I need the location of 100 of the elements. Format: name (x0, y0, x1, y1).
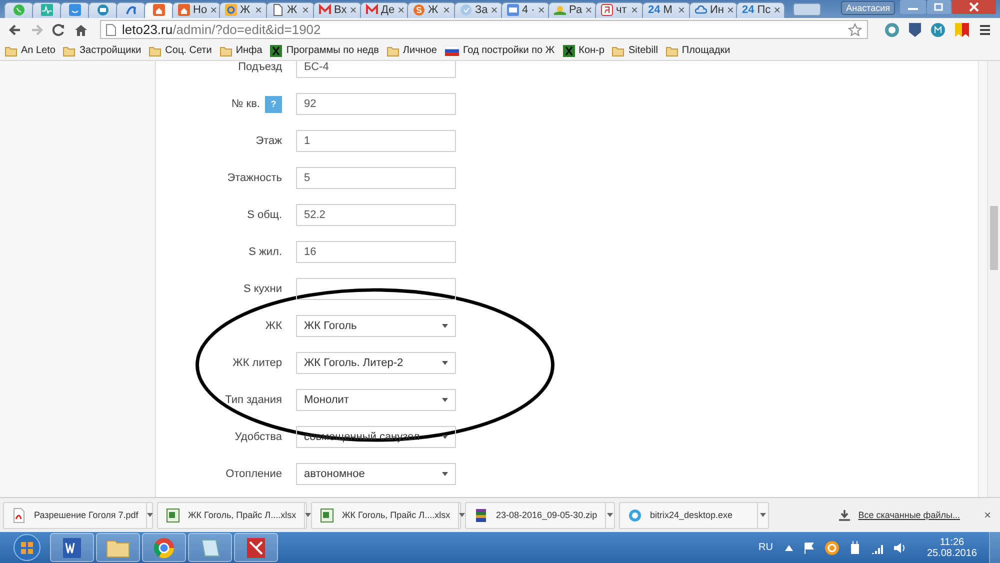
browser-tab[interactable]: 4 · × (501, 2, 550, 18)
close-icon[interactable]: × (630, 3, 638, 18)
taskbar-button[interactable] (234, 533, 278, 562)
input-field[interactable] (296, 278, 456, 300)
speaker-icon[interactable] (892, 542, 907, 554)
bookmark[interactable]: Площадки (666, 44, 730, 57)
reload-icon[interactable] (52, 22, 66, 37)
bookmark-ribbon-icon[interactable] (954, 22, 970, 38)
close-icon[interactable]: × (398, 3, 405, 18)
browser-tab[interactable]: Ж × (266, 2, 315, 18)
close-icon[interactable] (952, 0, 996, 14)
page-icon (272, 4, 284, 16)
caret-icon (442, 398, 448, 402)
close-icon[interactable]: × (210, 3, 218, 18)
browser-tab[interactable]: чт × (595, 2, 644, 18)
y-letter-icon (601, 4, 613, 16)
bookmark[interactable]: Застройщики (63, 44, 142, 57)
select-field[interactable]: Монолит (296, 389, 456, 412)
field-label: Тип здания (225, 394, 282, 406)
taskbar-button[interactable] (188, 533, 232, 562)
flag-icon[interactable] (802, 542, 815, 554)
browser-tab[interactable] (60, 2, 90, 18)
tab-title: Ж (287, 4, 298, 16)
home-icon[interactable] (74, 22, 88, 37)
close-icon[interactable]: × (726, 3, 734, 18)
close-icon[interactable]: × (585, 3, 592, 18)
power-plug-icon[interactable] (848, 540, 861, 554)
input-field[interactable]: 16 (296, 241, 456, 264)
browser-tab[interactable] (32, 2, 62, 18)
input-field[interactable]: 5 (296, 167, 456, 190)
select-field[interactable]: автономное (296, 463, 456, 486)
select-field[interactable]: ЖК Гоголь. Литер-2 (296, 352, 456, 374)
bookmark[interactable]: Год постройки по Ж (444, 45, 555, 56)
browser-tab[interactable]: Но × (172, 2, 221, 18)
input-field[interactable]: БС-4 (296, 60, 456, 78)
bookmark[interactable]: Кон-р (562, 44, 604, 57)
close-icon[interactable]: × (442, 3, 450, 18)
field-label: ЖК литер (232, 357, 282, 370)
restore-icon[interactable] (927, 0, 951, 14)
browser-tab[interactable]: Ж × (407, 2, 456, 18)
browser-tab[interactable]: Ж × (219, 2, 268, 18)
close-icon[interactable]: × (984, 508, 991, 522)
bookmark[interactable]: Соц. Сети (149, 44, 212, 57)
input-field[interactable]: 52.2 (296, 204, 456, 226)
scrollbar-thumb[interactable] (990, 206, 998, 270)
input-field[interactable]: 1 (296, 130, 456, 152)
back-arrow-icon[interactable] (8, 22, 22, 37)
chat-bubble-icon[interactable] (930, 22, 946, 38)
bookmark[interactable]: Личное (386, 44, 437, 57)
download-menu-button[interactable] (605, 502, 614, 528)
field-label: № кв. (231, 98, 260, 110)
close-icon[interactable]: × (538, 3, 545, 18)
minimize-icon[interactable] (900, 0, 926, 14)
drop-icon[interactable] (884, 22, 900, 38)
caret-icon (442, 361, 448, 366)
browser-tab[interactable]: Ра × (548, 2, 597, 18)
input-field[interactable]: 92 (296, 93, 456, 116)
browser-tab[interactable]: Де × (360, 2, 409, 18)
show-hidden-icon[interactable] (784, 544, 793, 550)
address-bar[interactable]: leto23.ru/admin/?do=edit&id=1902 (100, 20, 868, 40)
download-item[interactable]: Разрешение Гоголя 7.pdf (3, 502, 153, 529)
show-all-downloads-link[interactable]: Все скачанные файлы... (858, 510, 960, 520)
ring-icon[interactable] (824, 540, 839, 554)
browser-tab[interactable] (4, 2, 34, 18)
browser-tab[interactable]: 24 Пс × (736, 2, 785, 18)
close-icon[interactable]: × (302, 3, 309, 18)
browser-tab[interactable] (88, 2, 118, 18)
scrollbar[interactable] (987, 60, 1000, 498)
menu-icon[interactable] (978, 22, 992, 37)
caret-icon (459, 513, 466, 518)
browser-tab[interactable] (144, 2, 174, 18)
star-icon[interactable] (848, 22, 862, 37)
close-icon[interactable]: × (254, 3, 262, 18)
bookmark[interactable]: Sitebill (612, 44, 658, 57)
close-icon[interactable]: × (490, 3, 498, 18)
browser-tab[interactable]: 24 М × (642, 2, 691, 18)
select-field[interactable]: ЖК Гоголь (296, 315, 456, 338)
clock[interactable]: 11:26 25.08.2016 (926, 536, 977, 558)
taskbar-button[interactable] (50, 533, 94, 562)
bookmark[interactable]: Программы по недв (270, 44, 379, 57)
tab-title: Ин (710, 4, 724, 16)
cloud-icon (695, 4, 707, 16)
download-item[interactable]: bitrix24_desktop.exe (619, 502, 769, 529)
close-icon[interactable]: × (774, 3, 781, 18)
browser-tab[interactable] (116, 2, 146, 18)
close-icon[interactable]: × (350, 3, 357, 18)
download-item[interactable]: 23-08-2016_09-05-30.zip (465, 502, 615, 529)
new-tab-button[interactable] (793, 2, 821, 16)
download-menu-button[interactable] (757, 502, 768, 528)
language-indicator[interactable]: RU (758, 542, 773, 553)
select-field[interactable]: совмещенный санузел (296, 426, 456, 448)
taskbar-button[interactable] (142, 533, 186, 562)
bookmark[interactable]: An Leto (5, 44, 56, 57)
browser-tab[interactable]: Ин × (689, 2, 738, 18)
close-icon[interactable]: × (678, 3, 685, 18)
browser-tab[interactable]: Вх × (313, 2, 362, 18)
field-label: Отопление (226, 468, 282, 480)
bookmark[interactable]: Инфа (220, 44, 262, 57)
browser-tab[interactable]: За × (454, 2, 503, 18)
download-menu-button[interactable] (146, 502, 154, 528)
